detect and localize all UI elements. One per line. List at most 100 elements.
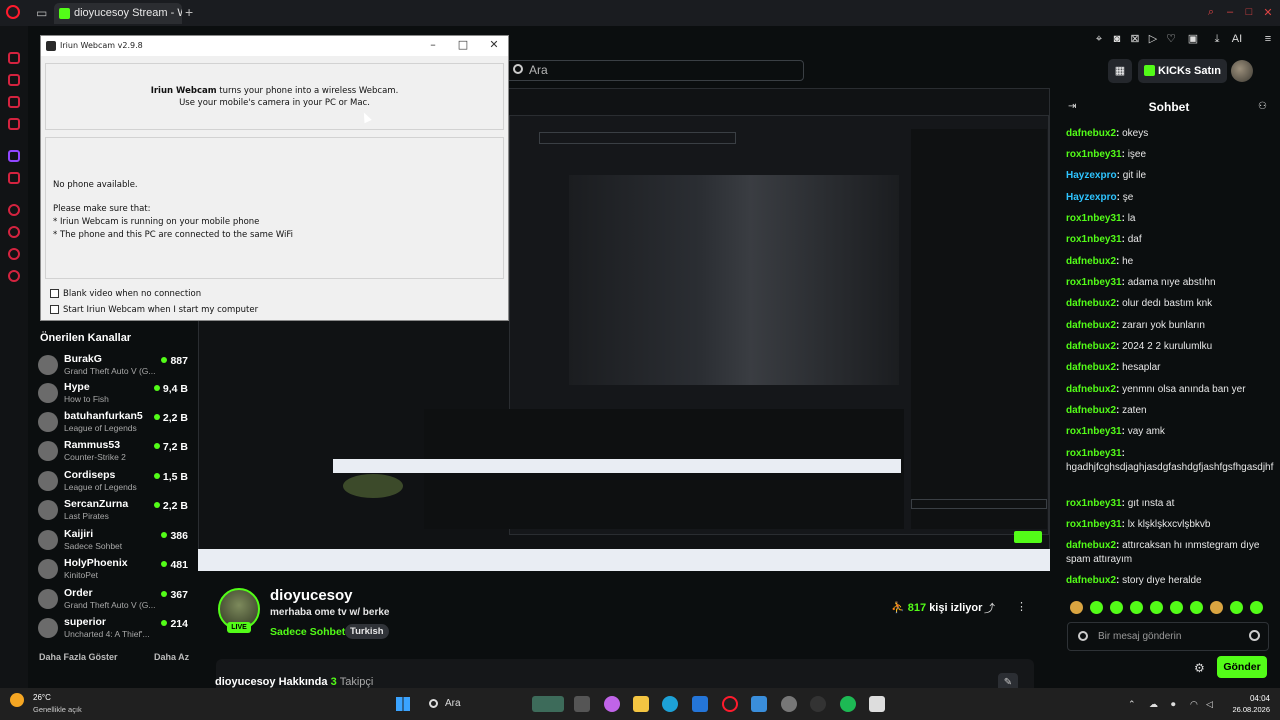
emote-icon[interactable] <box>1210 601 1223 614</box>
recommended-channel-6[interactable]: Kaijiri Sadece Sohbet 386 <box>38 527 188 555</box>
chat-users-icon[interactable]: ⚇ <box>1258 101 1267 112</box>
weather-temp[interactable]: 26°C <box>33 693 51 702</box>
menu-icon[interactable]: ≡ <box>1262 33 1274 45</box>
close-box-icon[interactable]: ⊠ <box>1129 33 1141 45</box>
chat-username[interactable]: rox1nbey31 <box>1066 149 1122 160</box>
new-tab-button[interactable]: + <box>185 4 193 20</box>
chat-username[interactable]: dafnebux2 <box>1066 540 1116 551</box>
chat-username[interactable]: dafnebux2 <box>1066 384 1116 395</box>
chat-username[interactable]: rox1nbey31 <box>1066 448 1122 459</box>
heart-icon[interactable]: ♡ <box>1165 33 1177 45</box>
emote-icon[interactable] <box>1190 601 1203 614</box>
chat-username[interactable]: rox1nbey31 <box>1066 426 1122 437</box>
opera-icon[interactable] <box>8 204 20 216</box>
tray-chevron-icon[interactable]: ⌃ <box>1128 699 1136 710</box>
emote-icon[interactable] <box>1230 601 1243 614</box>
chat-input[interactable]: Bir mesaj gönderin <box>1067 622 1269 651</box>
blank-video-label[interactable]: Blank video when no connection <box>63 289 201 299</box>
ai-icon[interactable]: AI <box>1227 33 1247 45</box>
mic-icon[interactable]: ⏺ <box>1171 699 1176 710</box>
bag-icon[interactable] <box>8 74 20 86</box>
box-icon[interactable]: ▣ <box>1187 33 1199 45</box>
share-icon[interactable]: ⤴ <box>984 600 995 616</box>
send-button[interactable]: Gönder <box>1217 656 1267 678</box>
recommended-channel-4[interactable]: Cordiseps League of Legends 1,5 B <box>38 468 188 496</box>
edge-icon[interactable] <box>662 696 678 712</box>
minimize-window-icon[interactable]: – <box>1222 6 1238 18</box>
library-button[interactable]: ▦ <box>1108 59 1132 83</box>
settings-taskbar-icon[interactable] <box>781 696 797 712</box>
chat-username[interactable]: rox1nbey31 <box>1066 498 1122 509</box>
emote-icon[interactable] <box>1170 601 1183 614</box>
user-avatar[interactable] <box>1231 60 1253 82</box>
spotify-icon[interactable] <box>840 696 856 712</box>
kicks-buy-button[interactable]: KICKs Satın Al <box>1138 59 1227 101</box>
recommended-channel-5[interactable]: SercanZurna Last Pirates 2,2 B <box>38 497 188 525</box>
recommended-channel-0[interactable]: BurakG Grand Theft Auto V (G... 887 <box>38 352 188 380</box>
more-options-icon[interactable]: ⋮ <box>1016 600 1027 613</box>
camera-icon[interactable]: ◙ <box>1111 33 1123 45</box>
dialog-minimize-icon[interactable]: – <box>426 38 440 51</box>
emote-icon[interactable] <box>1110 601 1123 614</box>
light-icon[interactable] <box>8 248 20 260</box>
copilot-icon[interactable] <box>604 696 620 712</box>
emote-icon[interactable] <box>1130 601 1143 614</box>
maximize-window-icon[interactable]: □ <box>1241 6 1257 18</box>
emote-icon[interactable] <box>1090 601 1103 614</box>
show-less-button[interactable]: Daha Az <box>154 652 189 662</box>
language-tag[interactable]: Turkish <box>345 624 389 639</box>
wifi-icon[interactable]: ◠ <box>1190 699 1198 710</box>
search-input[interactable]: Ara <box>506 60 804 81</box>
emoji-icon[interactable] <box>1249 630 1260 641</box>
autostart-label[interactable]: Start Iriun Webcam when I start my compu… <box>63 305 258 315</box>
chat-settings-icon[interactable]: ⚙ <box>1194 661 1205 675</box>
store-icon[interactable] <box>692 696 708 712</box>
chat-username[interactable]: dafnebux2 <box>1066 320 1116 331</box>
percent-icon[interactable] <box>8 172 20 184</box>
blank-video-checkbox[interactable] <box>50 289 59 298</box>
emote-icon[interactable] <box>1250 601 1263 614</box>
settings-icon[interactable] <box>8 270 20 282</box>
iriun-taskbar-icon[interactable] <box>869 696 885 712</box>
chat-username[interactable]: dafnebux2 <box>1066 575 1116 586</box>
play-icon[interactable]: ▷ <box>1147 33 1159 45</box>
stream-category[interactable]: Sadece Sohbet <box>270 626 345 638</box>
weather-desc[interactable]: Genellikle açık <box>33 705 82 714</box>
weather-icon[interactable] <box>10 693 24 707</box>
dialog-close-icon[interactable]: ✕ <box>487 38 501 51</box>
chat-username[interactable]: dafnebux2 <box>1066 341 1116 352</box>
clock-date[interactable]: 26.08.2026 <box>1218 705 1270 714</box>
twitch-icon[interactable] <box>8 150 20 162</box>
windows-start-icon[interactable] <box>396 697 410 711</box>
file-explorer-icon[interactable] <box>633 696 649 712</box>
chat-username[interactable]: dafnebux2 <box>1066 256 1116 267</box>
chat-username[interactable]: rox1nbey31 <box>1066 234 1122 245</box>
recommended-channel-2[interactable]: batuhanfurkan5 League of Legends 2,2 B <box>38 409 188 437</box>
messenger-icon[interactable] <box>8 118 20 130</box>
clock-time[interactable]: 04:04 <box>1222 694 1270 703</box>
recommended-channel-3[interactable]: Rammus53 Counter-Strike 2 7,2 B <box>38 438 188 466</box>
aria-icon[interactable] <box>8 52 20 64</box>
widgets-icon[interactable] <box>532 696 564 712</box>
browser-tab-active[interactable]: dioyucesoy Stream - Watch <box>54 3 182 24</box>
chat-username[interactable]: Hayzexpro <box>1066 170 1117 181</box>
onedrive-icon[interactable]: ☁ <box>1149 699 1158 710</box>
recommended-channel-9[interactable]: superior Uncharted 4: A Thief'... 214 <box>38 615 188 643</box>
recommended-channel-8[interactable]: Order Grand Theft Auto V (G... 367 <box>38 586 188 614</box>
obs-icon[interactable] <box>810 696 826 712</box>
dialog-maximize-icon[interactable]: □ <box>456 38 470 51</box>
recommended-channel-1[interactable]: Hype How to Fish 9,4 B <box>38 380 188 408</box>
show-more-button[interactable]: Daha Fazla Göster <box>39 652 118 662</box>
search-tabs-icon[interactable]: ⌕ <box>1203 6 1219 19</box>
download-icon[interactable]: ⤓ <box>1211 33 1223 45</box>
pin-icon[interactable]: ⌖ <box>1093 33 1105 45</box>
emote-icon[interactable] <box>1070 601 1083 614</box>
chat-username[interactable]: rox1nbey31 <box>1066 277 1122 288</box>
mail-icon[interactable] <box>751 696 767 712</box>
opera-menu-icon[interactable] <box>6 5 20 19</box>
chat-username[interactable]: dafnebux2 <box>1066 128 1116 139</box>
chat-username[interactable]: Hayzexpro <box>1066 192 1117 203</box>
autostart-checkbox[interactable] <box>50 305 59 314</box>
task-view-icon[interactable] <box>574 696 590 712</box>
tab-list-icon[interactable]: ▭ <box>36 6 47 20</box>
